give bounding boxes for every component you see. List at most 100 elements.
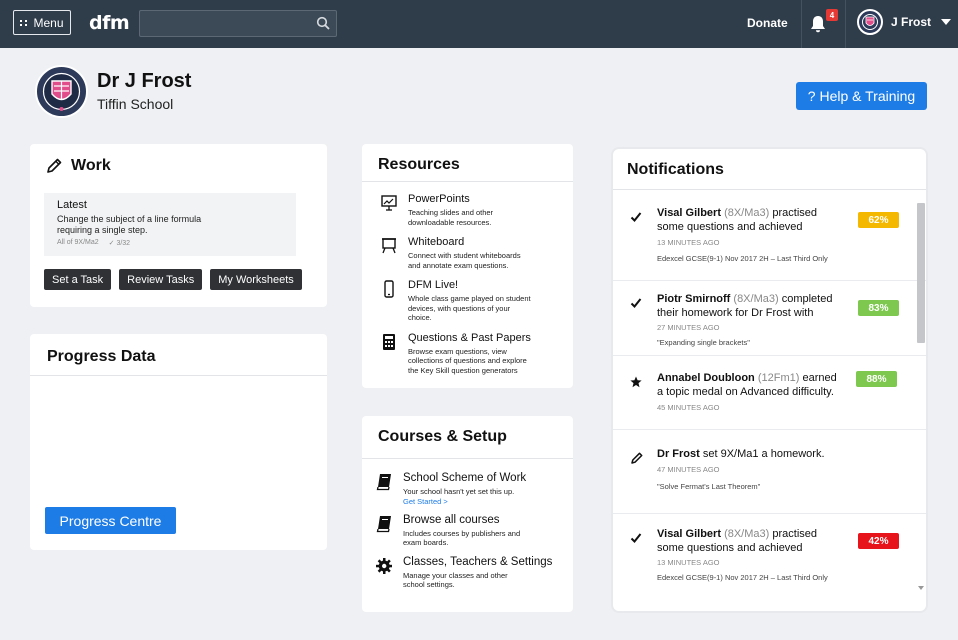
notification-item[interactable]: Visal Gilbert (8X/Ma3) practised some qu… bbox=[613, 514, 926, 604]
notification-item[interactable]: Annabel Doubloon (12Fm1) earned a topic … bbox=[613, 356, 926, 430]
dfm-logo[interactable]: dfm bbox=[89, 12, 130, 34]
score-badge: 62% bbox=[858, 212, 899, 228]
notifications-title: Notifications bbox=[627, 161, 724, 178]
class-code: (12Fm1) bbox=[757, 372, 800, 384]
book-icon bbox=[376, 474, 391, 491]
search-box[interactable] bbox=[139, 10, 337, 37]
resource-title: PowerPoints bbox=[408, 193, 470, 205]
top-navigation-bar: Menu dfm Donate 4 J Frost bbox=[0, 0, 958, 48]
scrollbar-thumb[interactable] bbox=[917, 203, 925, 343]
notification-message: set 9X/Ma1 a homework. bbox=[702, 448, 825, 460]
school-crest-avatar bbox=[35, 65, 88, 118]
search-input[interactable] bbox=[140, 11, 310, 36]
notifications-scrollbar[interactable] bbox=[916, 197, 925, 607]
student-name: Visal Gilbert bbox=[657, 207, 721, 219]
progress-data-card: Progress Data Progress Centre bbox=[30, 334, 327, 550]
my-worksheets-button[interactable]: My Worksheets bbox=[210, 269, 302, 290]
notification-time: 47 MINUTES AGO bbox=[657, 465, 720, 474]
course-classes-settings[interactable]: Classes, Teachers & Settings Manage your… bbox=[375, 556, 565, 590]
notifications-card: Notifications Visal Gilbert (8X/Ma3) pra… bbox=[611, 147, 928, 613]
resource-description: Whole class game played on student devic… bbox=[408, 294, 531, 322]
score-badge: 83% bbox=[858, 300, 899, 316]
latest-progress: 3/32 bbox=[116, 240, 131, 247]
courses-title: Courses & Setup bbox=[378, 428, 507, 445]
notification-item[interactable]: Piotr Smirnoff (8X/Ma3) completed their … bbox=[613, 281, 926, 356]
notification-detail: Edexcel GCSE(9-1) Nov 2017 2H – Last Thi… bbox=[657, 573, 828, 582]
score-badge: 88% bbox=[856, 371, 897, 387]
course-browse-all[interactable]: Browse all courses Includes courses by p… bbox=[375, 514, 565, 548]
notification-text: Visal Gilbert (8X/Ma3) practised some qu… bbox=[657, 528, 842, 555]
bell-icon[interactable] bbox=[808, 14, 828, 34]
resources-card: Resources PowerPoints Teaching slides an… bbox=[362, 144, 573, 388]
notification-count-badge: 4 bbox=[826, 9, 838, 21]
notification-time: 13 MINUTES AGO bbox=[657, 558, 720, 567]
chevron-down-icon bbox=[941, 19, 952, 25]
user-name: J Frost bbox=[891, 15, 932, 29]
student-name: Visal Gilbert bbox=[657, 528, 721, 540]
divider bbox=[362, 181, 573, 182]
work-card: Work Latest Change the subject of a line… bbox=[30, 144, 327, 307]
course-description: Manage your classes and other school set… bbox=[403, 570, 508, 590]
latest-class: All of 9X/Ma2 bbox=[57, 239, 99, 246]
student-name: Annabel Doubloon bbox=[657, 372, 755, 384]
profile-school: Tiffin School bbox=[97, 96, 174, 112]
notification-item[interactable]: Dr Frost set 9X/Ma1 a homework. 47 MINUT… bbox=[613, 430, 926, 514]
user-menu[interactable]: J Frost bbox=[857, 9, 952, 35]
course-title: Classes, Teachers & Settings bbox=[403, 555, 553, 568]
notification-text: Annabel Doubloon (12Fm1) earned a topic … bbox=[657, 372, 842, 399]
notification-text: Piotr Smirnoff (8X/Ma3) completed their … bbox=[657, 293, 842, 320]
latest-progress-wrap: ✓ 3/32 bbox=[108, 240, 131, 247]
presentation-icon bbox=[381, 195, 397, 211]
progress-centre-button[interactable]: Progress Centre bbox=[45, 507, 176, 534]
notification-detail: "Solve Fermat's Last Theorem" bbox=[657, 482, 761, 491]
resource-dfm-live[interactable]: DFM Live! Whole class game played on stu… bbox=[380, 279, 570, 323]
review-tasks-button[interactable]: Review Tasks bbox=[119, 269, 203, 290]
resource-description: Connect with student whiteboards and ann… bbox=[408, 251, 521, 270]
progress-data-title: Progress Data bbox=[47, 348, 156, 365]
resource-description: Browse exam questions, view collections … bbox=[408, 346, 527, 375]
resource-questions-past-papers[interactable]: Questions & Past Papers Browse exam ques… bbox=[380, 332, 570, 376]
work-card-header: Work bbox=[45, 157, 111, 175]
help-training-button[interactable]: ? Help & Training bbox=[796, 82, 927, 110]
phone-icon bbox=[384, 280, 394, 298]
course-description: Your school hasn't yet set this up. bbox=[403, 487, 515, 496]
resource-title: Questions & Past Papers bbox=[408, 331, 531, 344]
score-badge: 42% bbox=[858, 533, 899, 549]
donate-link[interactable]: Donate bbox=[747, 16, 788, 30]
set-task-button[interactable]: Set a Task bbox=[44, 269, 112, 290]
notifications-list[interactable]: Visal Gilbert (8X/Ma3) practised some qu… bbox=[613, 195, 926, 607]
class-code: (8X/Ma3) bbox=[733, 293, 779, 305]
student-name: Piotr Smirnoff bbox=[657, 293, 731, 305]
star-icon bbox=[630, 376, 642, 388]
course-title: School Scheme of Work bbox=[403, 472, 527, 484]
notification-detail: Edexcel GCSE(9-1) Nov 2017 2H – Last Thi… bbox=[657, 254, 828, 263]
topbar-divider bbox=[845, 0, 846, 48]
course-title: Browse all courses bbox=[403, 513, 500, 526]
book-icon bbox=[376, 515, 391, 532]
divider bbox=[613, 189, 926, 190]
class-code: (8X/Ma3) bbox=[724, 207, 770, 219]
get-started-link[interactable]: Get Started > bbox=[403, 497, 528, 506]
menu-button[interactable]: Menu bbox=[13, 10, 71, 35]
resource-title: Whiteboard bbox=[408, 236, 465, 248]
profile-name: Dr J Frost bbox=[97, 70, 192, 92]
resource-powerpoints[interactable]: PowerPoints Teaching slides and other do… bbox=[380, 193, 570, 227]
teacher-name: Dr Frost bbox=[657, 448, 700, 460]
resource-description: Teaching slides and other downloadable r… bbox=[408, 208, 494, 227]
notification-detail: "Expanding single brackets" bbox=[657, 338, 750, 347]
resource-whiteboard[interactable]: Whiteboard Connect with student whiteboa… bbox=[380, 236, 570, 270]
latest-task[interactable]: Latest Change the subject of a line form… bbox=[44, 193, 296, 256]
course-description: Includes courses by publishers and exam … bbox=[403, 528, 521, 548]
search-icon[interactable] bbox=[316, 16, 330, 30]
courses-setup-card: Courses & Setup School Scheme of Work Yo… bbox=[362, 416, 573, 612]
resource-title: DFM Live! bbox=[408, 279, 459, 291]
topbar-divider bbox=[801, 0, 802, 48]
resources-title: Resources bbox=[378, 156, 460, 173]
course-school-scheme[interactable]: School Scheme of Work Your school hasn't… bbox=[375, 472, 565, 506]
calculator-icon bbox=[383, 333, 395, 350]
notification-item[interactable]: Visal Gilbert (8X/Ma3) practised some qu… bbox=[613, 195, 926, 281]
divider bbox=[30, 375, 327, 376]
user-avatar bbox=[857, 9, 883, 35]
notification-time: 27 MINUTES AGO bbox=[657, 323, 720, 332]
scroll-down-arrow-icon[interactable] bbox=[918, 586, 924, 590]
